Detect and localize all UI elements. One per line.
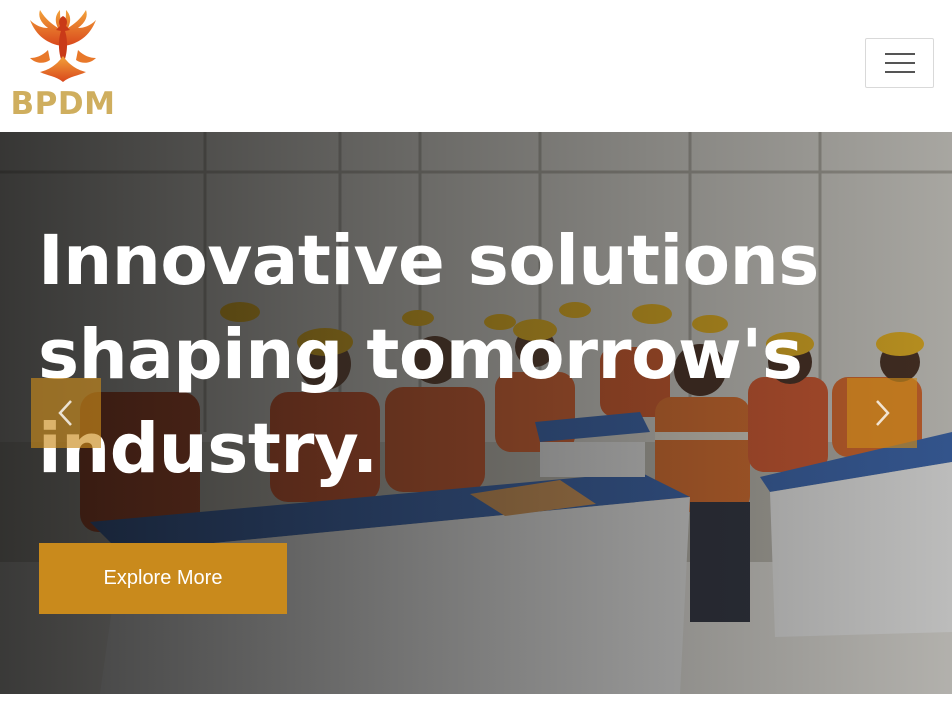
hero-carousel: Innovative solutions shaping tomorrow's … [0,132,952,694]
headline-line-1: Innovative solutions [38,221,819,301]
explore-more-button[interactable]: Explore More [39,543,287,614]
page-below-hero [0,694,952,712]
hero-headline: Innovative solutions shaping tomorrow's … [38,214,898,496]
menu-toggle-button[interactable] [865,38,934,88]
headline-line-2: shaping tomorrow's [38,315,803,395]
site-header: BPDM [0,0,952,132]
brand-logo[interactable]: BPDM [6,6,120,124]
carousel-prev-button[interactable] [31,378,101,448]
carousel-next-button[interactable] [847,378,917,448]
chevron-left-icon [58,400,72,426]
chevron-right-icon [876,400,890,426]
logo-text: BPDM [10,86,116,122]
phoenix-icon [30,10,96,82]
